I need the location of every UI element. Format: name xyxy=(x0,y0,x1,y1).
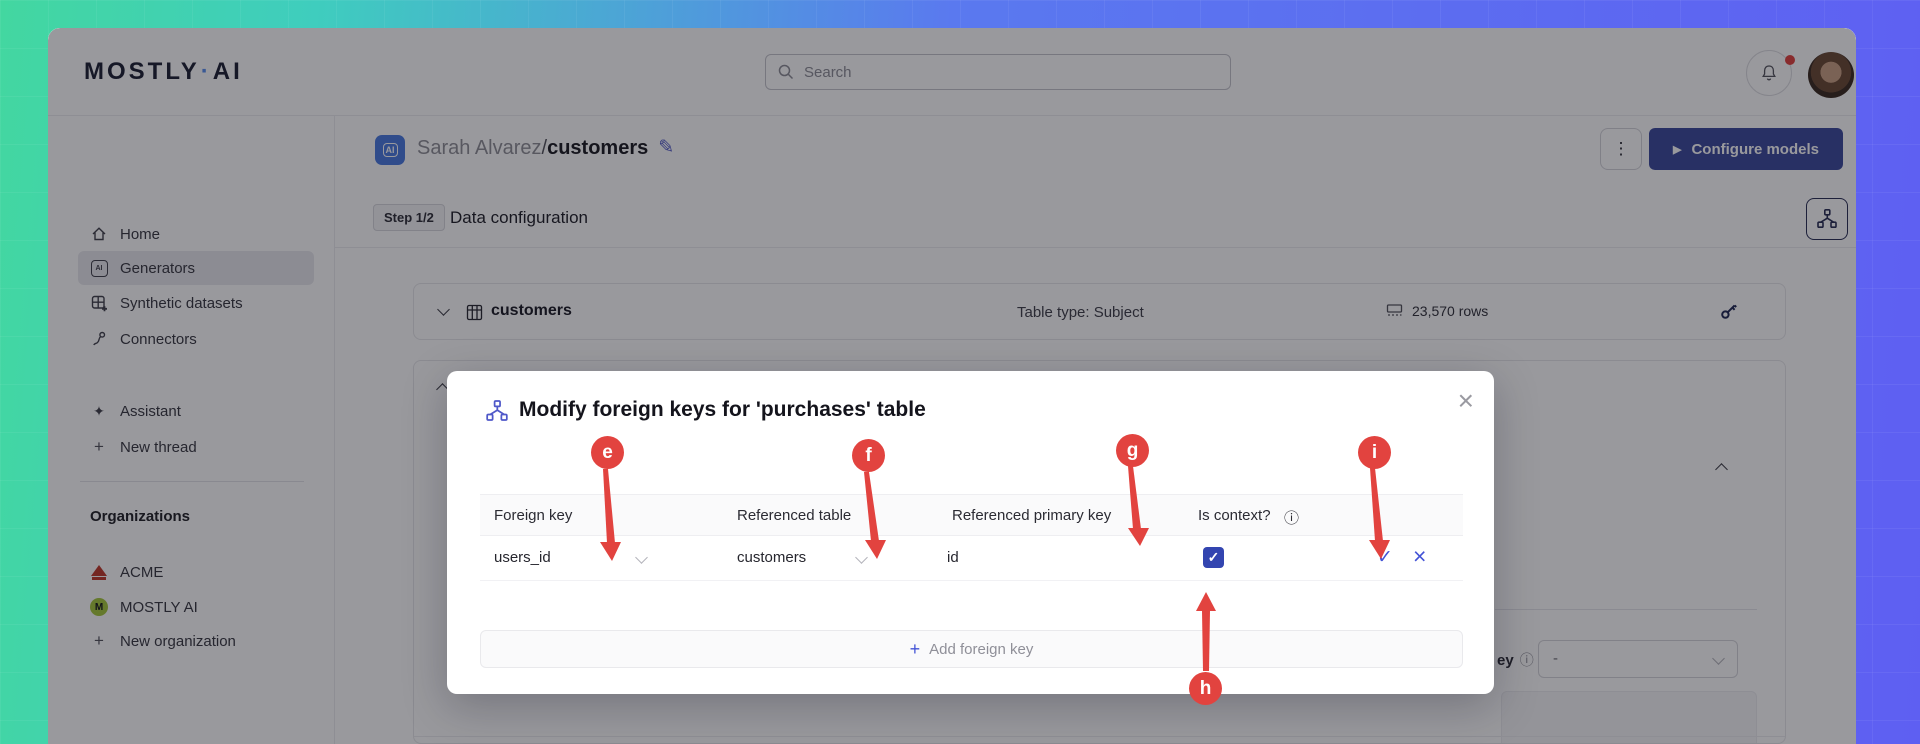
info-icon[interactable]: ⓘ xyxy=(1284,507,1299,528)
column-header-referenced-table: Referenced table xyxy=(737,507,852,524)
column-header-is-context: Is context? xyxy=(1198,507,1271,524)
annotation-h: h xyxy=(1189,672,1222,705)
add-foreign-key-button[interactable]: + Add foreign key xyxy=(480,630,1463,668)
plus-icon: + xyxy=(909,638,921,659)
screen: MOSTLY·AI Home AI Gen xyxy=(0,0,1920,744)
add-foreign-key-label: Add foreign key xyxy=(929,640,1034,658)
chevron-down-icon[interactable] xyxy=(635,551,648,564)
column-header-foreign-key: Foreign key xyxy=(494,507,573,524)
annotation-f: f xyxy=(852,439,885,472)
foreign-keys-table: Foreign key Referenced table Referenced … xyxy=(480,494,1463,581)
confirm-icon[interactable]: ✓ xyxy=(1377,546,1393,569)
annotation-e: e xyxy=(591,436,624,469)
modal-title: Modify foreign keys for 'purchases' tabl… xyxy=(519,398,926,421)
foreign-key-row: users_id customers id ✓ ✓ × xyxy=(480,536,1463,581)
close-icon[interactable]: × xyxy=(1458,387,1474,415)
annotation-i: i xyxy=(1358,436,1391,469)
column-header-referenced-primary-key: Referenced primary key xyxy=(952,507,1112,524)
is-context-checkbox[interactable]: ✓ xyxy=(1203,547,1224,568)
delete-icon[interactable]: × xyxy=(1413,543,1426,570)
annotation-g: g xyxy=(1116,434,1149,467)
chevron-down-icon[interactable] xyxy=(855,551,868,564)
foreign-keys-network-icon xyxy=(485,399,509,423)
foreign-key-value[interactable]: users_id xyxy=(494,549,551,566)
referenced-primary-key-value: id xyxy=(947,549,959,566)
referenced-table-value[interactable]: customers xyxy=(737,549,806,566)
table-header-row: Foreign key Referenced table Referenced … xyxy=(480,494,1463,536)
modify-foreign-keys-modal: Modify foreign keys for 'purchases' tabl… xyxy=(447,371,1494,694)
